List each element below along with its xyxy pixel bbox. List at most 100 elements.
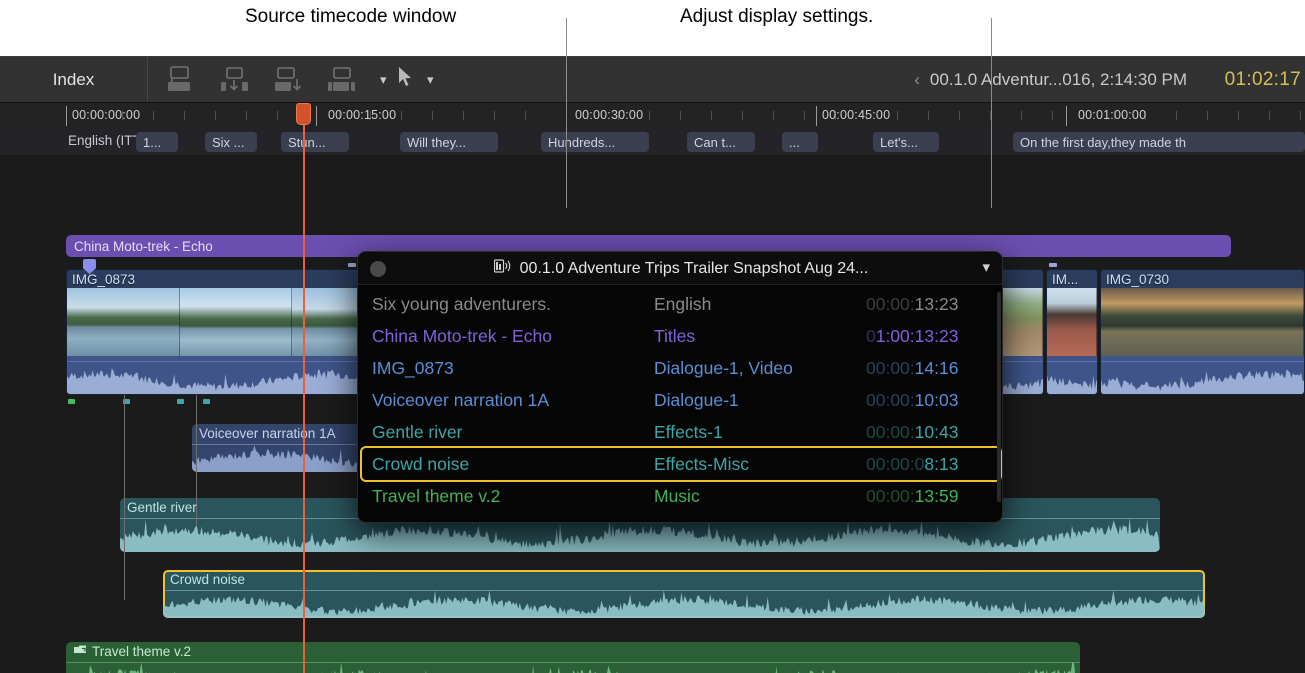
overwrite-clip-icon[interactable] (326, 65, 360, 95)
source-timecode-row[interactable]: Six young adventurers. English 00:00:13:23 (362, 288, 1000, 320)
caption-chip[interactable]: 1... (136, 132, 178, 152)
caption-chip[interactable]: Stun... (281, 132, 349, 152)
row-timecode-value: 10:43 (914, 421, 959, 442)
row-timecode-leading: 00:00: (866, 389, 915, 410)
row-clip-name: Voiceover narration 1A (372, 389, 550, 410)
source-timecode-row[interactable]: Voiceover narration 1A Dialogue-1 00:00:10… (362, 384, 1000, 416)
row-timecode-leading: 00:00: (866, 485, 915, 506)
popup-title-bar[interactable]: 00.1.0 Adventure Trips Trailer Snapshot … (358, 252, 1002, 285)
ruler-timecode-label: 00:00:15:00 (328, 108, 397, 122)
timecode-display[interactable]: 01:02:17 (1225, 57, 1305, 102)
caption-chip[interactable]: Six ... (205, 132, 257, 152)
connect-to-primary-storyline-icon[interactable] (164, 65, 198, 95)
caption-lane[interactable]: English (ITT) 1... Six ... Stun... Will the… (0, 129, 1305, 155)
ruler-minor-tick (1269, 111, 1270, 120)
row-role: Dialogue-1, Video (654, 357, 793, 378)
audio-clip-travel-theme-v2[interactable]: Travel theme v.2 (66, 642, 1080, 673)
caption-chip[interactable]: Will they... (400, 132, 498, 152)
ruler-minor-tick (1176, 111, 1177, 120)
source-timecode-list[interactable]: Six young adventurers. English 00:00:13:23… (358, 285, 1002, 522)
source-timecode-window[interactable]: 00.1.0 Adventure Trips Trailer Snapshot … (357, 251, 1003, 523)
role-indicator (68, 399, 75, 404)
popup-title-text: 00.1.0 Adventure Trips Trailer Snapshot … (519, 259, 869, 277)
caption-chip[interactable]: Can t... (687, 132, 755, 152)
ruler-minor-tick (432, 111, 433, 120)
ruler-minor-tick (1238, 111, 1239, 120)
ruler-major-tick (1066, 106, 1067, 126)
audio-clip-name-text: Travel theme v.2 (92, 644, 192, 659)
timeline-ruler[interactable]: 00:00:00:00 00:00:15:00 00:00:30:00 00:00:4… (0, 103, 1305, 129)
source-timecode-row[interactable]: China Moto-trek - Echo Titles 01:00:13:23 (362, 320, 1000, 352)
audio-clip-label: Crowd noise (170, 572, 245, 587)
ruler-minor-tick (525, 111, 526, 120)
edit-options-chevron-icon[interactable]: ▾ (380, 73, 387, 86)
clip-keyframe-marker[interactable] (1049, 263, 1057, 267)
caption-chip[interactable]: Hundreds... (541, 132, 649, 152)
ruler-minor-tick (184, 111, 185, 120)
source-timecode-row[interactable]: Travel theme v.2 Music 00:00:13:59 (362, 480, 1000, 512)
audio-waveform (120, 518, 1160, 552)
source-timecode-row[interactable]: Crowd noise Effects-Misc 00:00:08:13 (362, 448, 1000, 480)
row-timecode: 00:00:13:59 (866, 486, 958, 507)
video-clip[interactable]: IM... (1046, 269, 1098, 395)
row-timecode-leading: 00:00: (866, 293, 915, 314)
video-clip[interactable]: IMG_0873 (66, 269, 406, 395)
popup-scrollbar[interactable] (997, 292, 1001, 502)
ruler-minor-tick (897, 111, 898, 120)
ruler-minor-tick (1207, 111, 1208, 120)
edit-button-group: ▾ (164, 57, 387, 102)
row-role: Effects-1 (654, 421, 723, 442)
row-timecode-leading: 00:00: (866, 421, 915, 442)
source-timecode-row[interactable]: Gentle river Effects-1 00:00:10:43 (362, 416, 1000, 448)
popup-title: 00.1.0 Adventure Trips Trailer Snapshot … (358, 252, 1002, 285)
annotation-leader-display-settings (991, 18, 992, 208)
ruler-major-tick (816, 106, 817, 126)
audio-clip-label: Voiceover narration 1A (199, 426, 336, 441)
clip-thumbnail (1101, 288, 1304, 358)
role-indicator (177, 399, 184, 404)
ruler-major-tick (316, 106, 317, 126)
audio-waveform (163, 590, 1205, 618)
back-chevron-icon[interactable]: ‹ (914, 70, 920, 90)
caption-chip[interactable]: On the first day,they made th (1013, 132, 1305, 152)
row-role: Music (654, 485, 700, 506)
tool-chooser-chevron-icon[interactable]: ▾ (427, 73, 434, 86)
ruler-minor-tick (494, 111, 495, 120)
annotation-leader-source-timecode (566, 18, 567, 208)
row-timecode: 00:00:13:23 (866, 294, 958, 315)
clip-thumbnail (67, 288, 180, 358)
playhead[interactable] (303, 103, 305, 673)
row-timecode-value: 13:59 (914, 485, 959, 506)
ruler-minor-tick (1052, 111, 1053, 120)
row-timecode-value: 10:03 (914, 389, 959, 410)
audio-clip-crowd-noise[interactable]: Crowd noise (163, 570, 1205, 618)
source-timecode-row[interactable]: IMG_0873 Dialogue-1, Video 00:00:14:16 (362, 352, 1000, 384)
popup-chevron-down-icon[interactable]: ▾ (982, 258, 990, 276)
project-breadcrumb[interactable]: ‹ 00.1.0 Adventur...016, 2:14:30 PM (914, 57, 1187, 102)
index-button[interactable]: Index (0, 57, 148, 102)
ruler-minor-tick (1300, 111, 1301, 120)
project-title-label: 00.1.0 Adventur...016, 2:14:30 PM (929, 69, 1187, 89)
ruler-major-tick (66, 106, 67, 126)
caption-chip[interactable]: Let's... (873, 132, 939, 152)
caption-chip[interactable]: ... (782, 132, 818, 152)
clip-thumbnails (67, 288, 405, 358)
select-tool-icon[interactable] (398, 66, 413, 93)
clip-keyframe-marker[interactable] (348, 263, 356, 267)
insert-clip-icon[interactable] (218, 65, 252, 95)
audio-clip-name-text: Gentle river (127, 500, 197, 515)
video-clip[interactable]: IMG_0730 (1100, 269, 1305, 395)
append-to-storyline-icon[interactable] (272, 65, 306, 95)
clip-thumbnail (1047, 288, 1097, 358)
row-role: Effects-Misc (654, 453, 749, 474)
playhead-handle[interactable] (296, 103, 311, 125)
annotation-label-source-timecode: Source timecode window (245, 6, 457, 27)
row-clip-name: IMG_0873 (372, 357, 454, 378)
caption-language-label: English (ITT) (68, 133, 146, 148)
row-timecode-value: 14:16 (914, 357, 959, 378)
row-timecode: 00:00:14:16 (866, 358, 958, 379)
video-clip-label: IM... (1052, 272, 1079, 287)
title-clip-label: China Moto-trek - Echo (74, 238, 213, 254)
clip-audio-waveform (1047, 356, 1097, 394)
ruler-minor-tick (742, 111, 743, 120)
